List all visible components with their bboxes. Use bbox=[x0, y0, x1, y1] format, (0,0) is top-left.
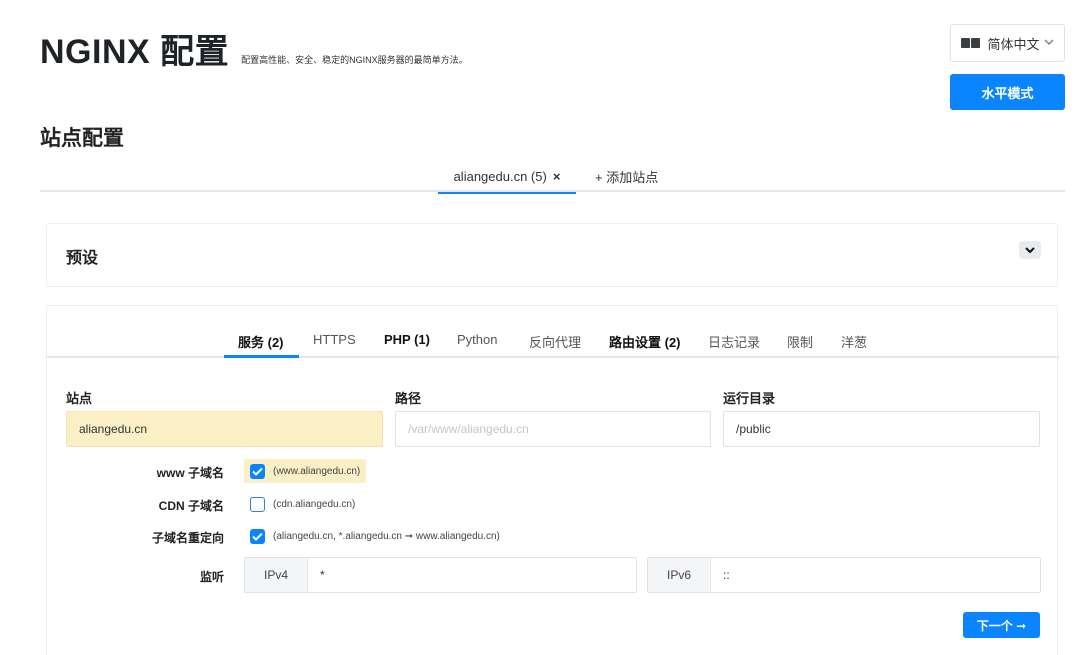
active-tab-indicator bbox=[224, 355, 299, 358]
server-config-panel: 服务 (2) HTTPS PHP (1) Python 反向代理 路由设置 (2… bbox=[46, 305, 1059, 655]
preset-title: 预设 bbox=[66, 250, 99, 267]
site-tab-label: aliangedu.cn (5) bbox=[453, 168, 547, 184]
tab-https[interactable]: HTTPS bbox=[313, 332, 356, 347]
cdn-subdomain-option[interactable]: (cdn.aliangedu.cn) bbox=[244, 492, 361, 516]
tab-site-active[interactable]: aliangedu.cn (5) × bbox=[438, 160, 576, 194]
chevron-down-icon bbox=[1043, 38, 1054, 49]
server-tabs: 服务 (2) HTTPS PHP (1) Python 反向代理 路由设置 (2… bbox=[47, 324, 1059, 358]
tab-server[interactable]: 服务 (2) bbox=[238, 332, 284, 351]
chevron-down-icon[interactable] bbox=[1019, 241, 1041, 259]
root-label: 运行目录 bbox=[723, 391, 776, 406]
tab-restrict[interactable]: 限制 bbox=[787, 332, 813, 351]
www-subdomain-label: www 子域名 bbox=[156, 466, 224, 480]
horizontal-mode-button[interactable]: 水平模式 bbox=[950, 74, 1065, 110]
close-icon[interactable]: × bbox=[553, 169, 561, 184]
root-dir-input[interactable]: /public bbox=[723, 411, 1040, 447]
www-subdomain-option[interactable]: (www.aliangedu.cn) bbox=[244, 459, 367, 483]
site-tabs: aliangedu.cn (5) × + 添加站点 bbox=[40, 160, 1065, 194]
language-select[interactable]: 简体中文 bbox=[950, 24, 1065, 62]
ipv4-addon: IPv4 bbox=[245, 558, 308, 592]
tab-onion[interactable]: 洋葱 bbox=[841, 332, 867, 351]
subdomain-redirect-checkbox[interactable] bbox=[250, 528, 265, 544]
add-site-button[interactable]: + 添加站点 bbox=[589, 160, 664, 192]
ipv4-value: * bbox=[320, 568, 325, 582]
tab-logging[interactable]: 日志记录 bbox=[708, 332, 760, 351]
section-title: 站点配置 bbox=[40, 127, 124, 150]
subdomain-redirect-option[interactable]: (aliangedu.cn, *.aliangedu.cn ➞ www.alia… bbox=[244, 524, 506, 548]
cdn-subdomain-checkbox[interactable] bbox=[250, 496, 265, 512]
header: NGINX 配置 配置高性能、安全、稳定的NGINX服务器的最简单方法。 bbox=[40, 24, 468, 73]
subdomain-redirect-label: 子域名重定向 bbox=[151, 531, 224, 545]
ipv4-listen-input[interactable]: IPv4 * bbox=[244, 557, 637, 593]
ipv6-listen-input[interactable]: IPv6 :: bbox=[647, 557, 1041, 593]
path-placeholder: /var/www/aliangedu.cn bbox=[408, 422, 529, 436]
path-input[interactable]: /var/www/aliangedu.cn bbox=[395, 411, 711, 447]
path-label: 路径 bbox=[395, 391, 422, 406]
page-brand-title: NGINX 配置 bbox=[40, 33, 230, 71]
site-domain-input[interactable]: aliangedu.cn bbox=[66, 411, 383, 447]
listen-label: 监听 bbox=[199, 570, 224, 584]
ipv6-addon: IPv6 bbox=[648, 558, 711, 592]
site-label: 站点 bbox=[66, 391, 93, 406]
www-subdomain-checkbox[interactable] bbox=[250, 463, 265, 479]
tab-reverse-proxy[interactable]: 反向代理 bbox=[529, 332, 581, 351]
tab-php[interactable]: PHP (1) bbox=[384, 332, 430, 347]
translate-icon bbox=[961, 38, 981, 48]
cdn-subdomain-hint: (cdn.aliangedu.cn) bbox=[273, 498, 356, 510]
cdn-subdomain-label: CDN 子域名 bbox=[158, 499, 224, 513]
www-subdomain-hint: (www.aliangedu.cn) bbox=[273, 465, 361, 477]
tab-routing[interactable]: 路由设置 (2) bbox=[609, 332, 681, 351]
page-subtitle: 配置高性能、安全、稳定的NGINX服务器的最简单方法。 bbox=[241, 55, 468, 65]
next-button[interactable]: 下一个 ➞ bbox=[963, 612, 1040, 638]
ipv6-value: :: bbox=[723, 568, 730, 582]
preset-panel: 预设 bbox=[46, 223, 1058, 287]
language-label: 简体中文 bbox=[987, 36, 1040, 52]
tab-python[interactable]: Python bbox=[457, 332, 497, 347]
subdomain-redirect-hint: (aliangedu.cn, *.aliangedu.cn ➞ www.alia… bbox=[273, 530, 500, 542]
